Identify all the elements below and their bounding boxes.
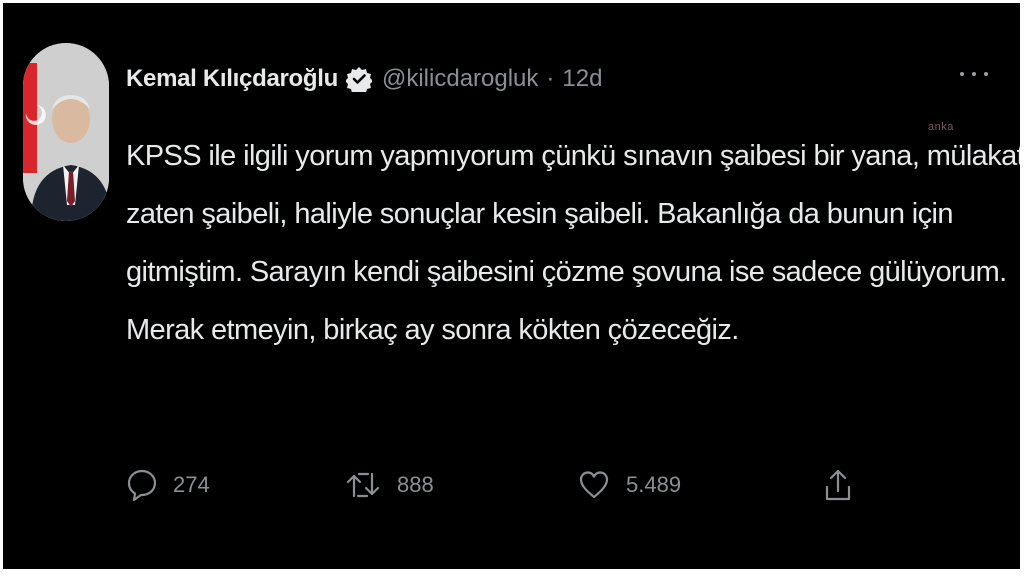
tweet-text: KPSS ile ilgili yorum yapmıyorum çünkü s… [126, 127, 1020, 359]
reply-button[interactable]: 274 [127, 465, 210, 505]
avatar[interactable] [23, 43, 109, 221]
reply-count: 274 [173, 472, 210, 497]
more-dot [972, 72, 976, 76]
share-button[interactable] [823, 465, 853, 505]
tweet-actions: 274 888 5.489 [3, 465, 1020, 505]
like-button[interactable]: 5.489 [578, 465, 681, 505]
retweet-icon [345, 468, 381, 502]
tweet-text-line: Merak etmeyin, birkaç ay sonra kökten çö… [126, 314, 739, 346]
tweet-timestamp[interactable]: 12d [562, 65, 602, 93]
retweet-button[interactable]: 888 [345, 465, 434, 505]
reply-icon [127, 468, 157, 502]
share-icon [823, 467, 853, 503]
verified-badge-icon [344, 66, 373, 95]
tweet-text-line: zaten şaibeli, haliyle sonuçlar kesin şa… [126, 198, 954, 230]
tweet-header: Kemal Kılıçdaroğlu @kilicdarogluk · 12d [126, 61, 602, 97]
tweet-text-line: gitmiştim. Sarayın kendi şaibesini çözme… [126, 256, 1007, 288]
tweet-card: Kemal Kılıçdaroğlu @kilicdarogluk · 12d … [3, 3, 1020, 569]
heart-icon [578, 469, 610, 501]
like-count: 5.489 [626, 472, 682, 497]
more-dot [984, 72, 988, 76]
more-options-icon[interactable] [960, 69, 988, 79]
author-name[interactable]: Kemal Kılıçdaroğlu [126, 65, 338, 93]
author-handle[interactable]: @kilicdarogluk [382, 65, 538, 93]
header-separator: · [546, 65, 555, 92]
retweet-count: 888 [397, 472, 434, 497]
more-dot [960, 72, 964, 76]
avatar-photo [23, 43, 109, 221]
tweet-text-line: KPSS ile ilgili yorum yapmıyorum çünkü s… [126, 140, 1020, 172]
